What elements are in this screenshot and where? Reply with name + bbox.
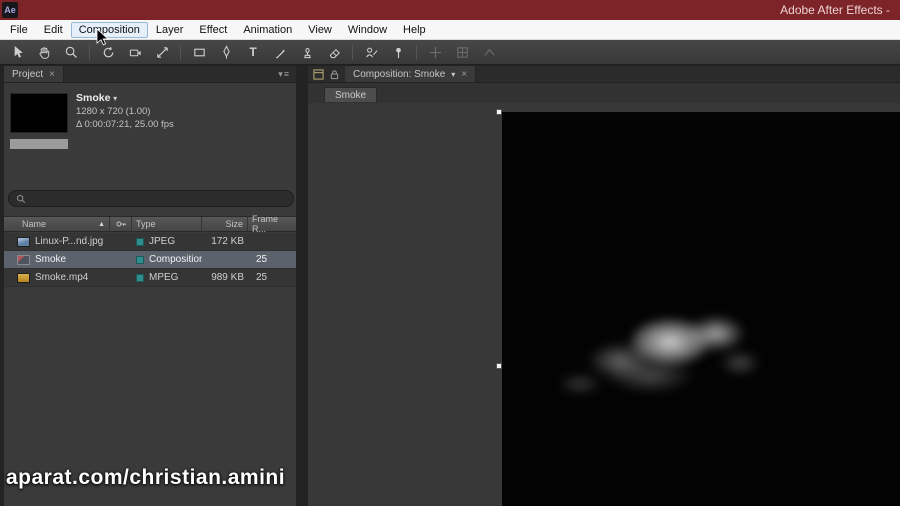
chevron-down-icon[interactable]: ▾ [451,70,455,79]
item-duration: Δ 0:00:07:21, 25.00 fps [76,119,174,130]
eraser-tool-icon[interactable] [323,42,345,62]
mouse-cursor-icon [96,28,110,46]
composition-viewer[interactable] [308,103,900,506]
layer-handle-top-left[interactable] [496,109,502,115]
column-header-key[interactable] [110,217,132,231]
menu-help[interactable]: Help [395,22,434,38]
window-title: Adobe After Effects - [780,3,890,17]
item-resolution: 1280 x 720 (1.00) [76,106,151,117]
toolbar-separator [180,44,181,60]
menu-animation[interactable]: Animation [235,22,300,38]
project-search [8,190,294,207]
project-panel: Project × ▾≡ Smoke ▾ 1280 x 720 (1.00) Δ… [4,66,296,506]
project-tab-label: Project [12,68,44,80]
column-header-type[interactable]: Type [132,217,202,231]
row-size: 172 KB [211,236,244,247]
row-frame-rate: 25 [256,272,268,283]
row-type: JPEG [149,236,176,247]
row-size: 989 KB [211,272,244,283]
row-type: MPEG [149,272,179,283]
pan-behind-tool-icon[interactable] [151,42,173,62]
row-type: Composition [149,254,202,265]
column-header-size[interactable]: Size [202,217,248,231]
search-input[interactable] [31,193,286,204]
type-tool-icon[interactable]: T [242,42,264,62]
app-icon: Ae [2,2,18,18]
viewer-tab-smoke[interactable]: Smoke [324,87,378,102]
table-row[interactable]: Smoke.mp4 MPEG 989 KB 25 [4,269,296,287]
puppet-pin-tool-icon[interactable] [387,42,409,62]
table-row-selected[interactable]: Smoke Composition 25 [4,251,296,269]
row-name: Linux-P...nd.jpg [35,236,104,247]
sort-ascending-icon: ▲ [98,220,105,228]
layer-handle-mid-left[interactable] [496,363,502,369]
menu-layer[interactable]: Layer [148,22,192,38]
brush-tool-icon[interactable] [269,42,291,62]
project-tab[interactable]: Project × [4,66,64,82]
composition-canvas[interactable] [502,112,900,506]
composition-panel: Composition: Smoke ▾ × Smoke [308,66,900,506]
label-color-chip[interactable] [136,237,144,246]
close-icon[interactable]: × [461,69,467,80]
composition-tab-label: Composition: Smoke [353,68,446,80]
composition-tab[interactable]: Composition: Smoke ▾ × [345,66,477,82]
table-row[interactable]: Linux-P...nd.jpg JPEG 172 KB [4,233,296,251]
hand-tool-icon[interactable] [33,42,55,62]
clone-stamp-tool-icon[interactable] [296,42,318,62]
label-color-chip[interactable] [136,273,144,282]
video-file-icon [17,272,30,283]
column-header-frame-rate[interactable]: Frame R... [248,214,296,234]
titlebar: Ae Adobe After Effects - [0,0,900,20]
roto-brush-tool-icon[interactable] [360,42,382,62]
item-info: Smoke ▾ 1280 x 720 (1.00) Δ 0:00:07:21, … [76,92,174,131]
project-table-header: Name ▲ Type Size Frame R... [4,214,296,234]
disabled-tool-icon [478,42,500,62]
zoom-tool-icon[interactable] [60,42,82,62]
image-file-icon [17,236,30,247]
camera-tool-icon[interactable] [124,42,146,62]
chevron-down-icon[interactable]: ▾ [113,94,117,103]
lock-icon[interactable] [329,69,340,80]
composition-file-icon [17,254,30,265]
menu-window[interactable]: Window [340,22,395,38]
item-name: Smoke [76,92,111,104]
disabled-tool-icon [424,42,446,62]
menu-file[interactable]: File [2,22,36,38]
close-icon[interactable]: × [49,69,55,80]
row-name: Smoke.mp4 [35,272,89,283]
menu-effect[interactable]: Effect [191,22,235,38]
row-frame-rate: 25 [256,254,268,265]
toolbar-separator [352,44,353,60]
composition-tabstrip: Composition: Smoke ▾ × [308,66,900,83]
key-icon [115,221,126,227]
toolbar-separator [89,44,90,60]
menu-edit[interactable]: Edit [36,22,71,38]
panel-grip-icon[interactable] [313,68,324,80]
toolbar: T [0,40,900,65]
toolbar-separator [416,44,417,60]
smoke-render [560,300,760,405]
viewer-tab-bar: Smoke [308,83,900,103]
project-item-list: Linux-P...nd.jpg JPEG 172 KB Smoke Compo… [4,233,296,287]
search-icon [16,194,26,203]
selection-tool-icon[interactable] [6,42,28,62]
footage-preview-thumbnail [10,93,68,133]
project-tabstrip: Project × ▾≡ [4,66,296,83]
after-effects-window: Ae Adobe After Effects - File Edit Compo… [0,0,900,506]
menu-view[interactable]: View [300,22,340,38]
column-name-label: Name [22,219,47,229]
row-name: Smoke [35,254,67,265]
menubar: File Edit Composition Layer Effect Anima… [0,20,900,40]
disabled-tool-icon [451,42,473,62]
panel-menu-icon[interactable]: ▾≡ [278,69,290,80]
label-color-chip[interactable] [136,255,144,264]
footage-preview-bar [10,139,68,149]
watermark-text: aparat.com/christian.amini [6,466,286,489]
column-header-name[interactable]: Name ▲ [4,217,110,231]
rectangle-tool-icon[interactable] [188,42,210,62]
pen-tool-icon[interactable] [215,42,237,62]
